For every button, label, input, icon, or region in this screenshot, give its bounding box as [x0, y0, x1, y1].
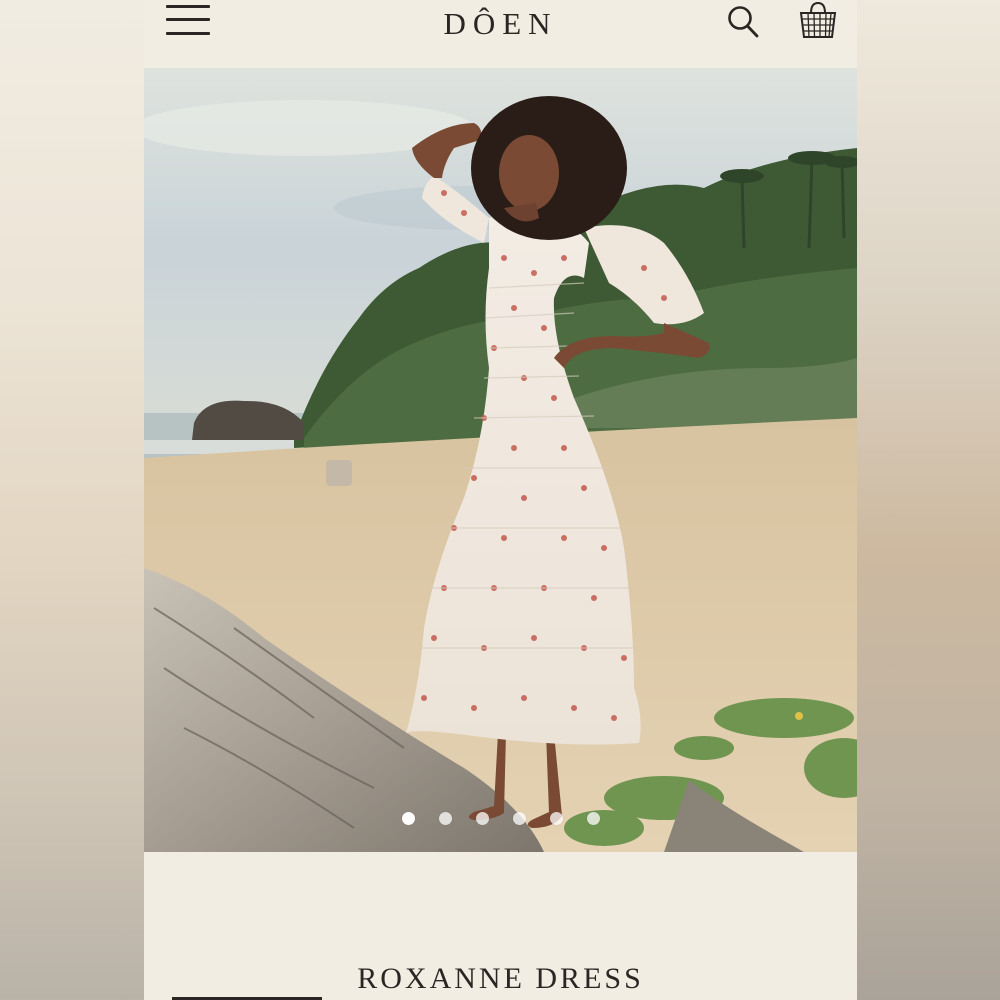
carousel-dot[interactable]	[587, 812, 600, 825]
carousel-dot[interactable]	[476, 812, 489, 825]
search-icon[interactable]	[727, 4, 761, 40]
product-hero-image[interactable]	[144, 68, 857, 852]
carousel-dot[interactable]	[550, 812, 563, 825]
beach-photo	[144, 68, 857, 852]
product-page: DÔEN ROXANNE DRESS	[144, 0, 857, 1000]
basket-icon[interactable]	[797, 0, 839, 40]
product-title: ROXANNE DRESS	[357, 962, 644, 995]
site-header: DÔEN	[144, 0, 857, 68]
carousel-dot[interactable]	[439, 812, 452, 825]
carousel-dot[interactable]	[513, 812, 526, 825]
carousel-dot[interactable]	[402, 812, 415, 825]
carousel-dots	[144, 812, 857, 830]
blurred-left-panel	[0, 0, 144, 1000]
blurred-right-panel	[857, 0, 1000, 1000]
